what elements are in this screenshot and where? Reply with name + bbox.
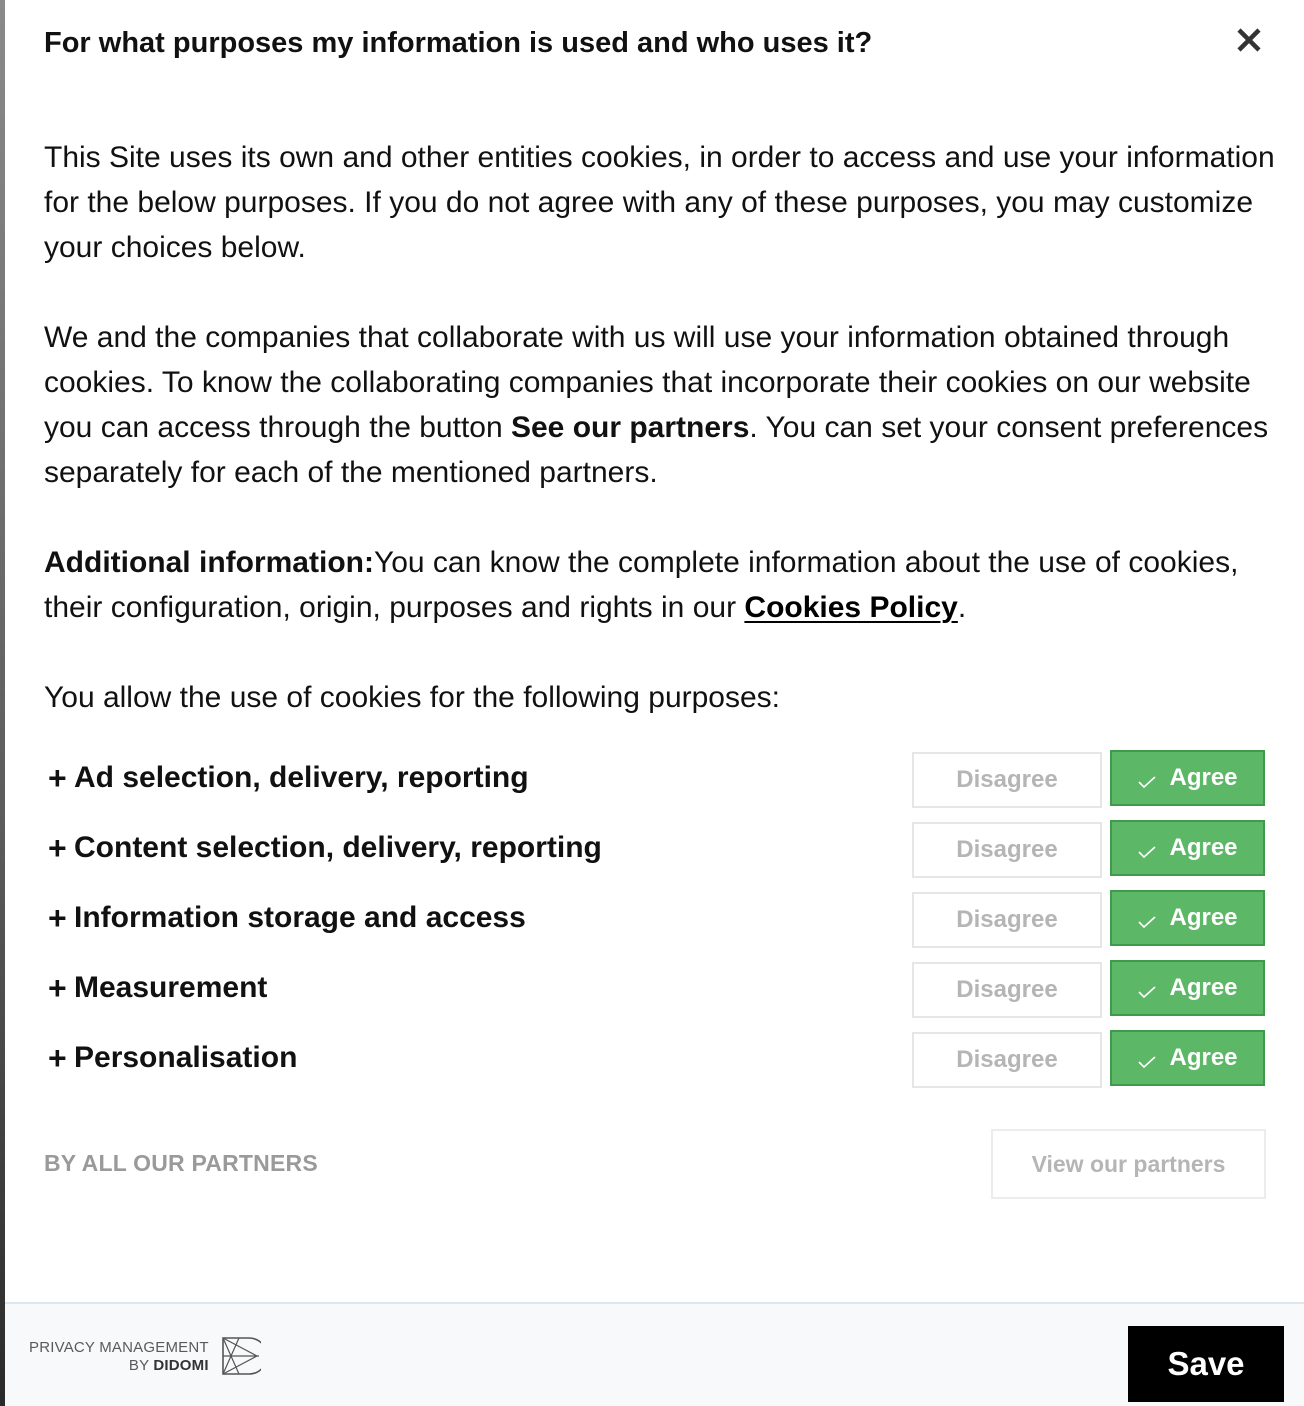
purposes-intro: You allow the use of cookies for the fol… [44,681,781,714]
disagree-button[interactable]: Disagree [912,752,1102,808]
check-icon [1138,776,1157,789]
purpose-row-measurement: + Measurement Disagree Agree [44,960,1265,1018]
partners-heading: BY ALL OUR PARTNERS [44,1150,318,1176]
didomi-logo-icon [221,1337,261,1375]
disagree-button[interactable]: Disagree [912,962,1102,1018]
agree-button[interactable]: Agree [1110,1030,1265,1086]
brand-line-2: BY DIDOMI [29,1357,209,1375]
purpose-row-personalisation: + Personalisation Disagree Agree [44,1030,1265,1088]
brand-line-1: PRIVACY MANAGEMENT [29,1339,209,1356]
purpose-label: Content selection, delivery, reporting [74,831,602,864]
agree-button[interactable]: Agree [1110,890,1265,946]
expand-plus-icon: + [48,970,67,1006]
additional-info-label: Additional information: [44,546,374,579]
purpose-toggle-information-storage[interactable]: + Information storage and access [48,898,526,938]
didomi-branding[interactable]: PRIVACY MANAGEMENT BY DIDOMI [29,1336,261,1378]
purpose-row-content-selection: + Content selection, delivery, reporting… [44,820,1265,878]
purpose-label: Ad selection, delivery, reporting [74,761,529,794]
save-button[interactable]: Save [1128,1326,1284,1402]
agree-label: Agree [1169,834,1238,861]
agree-button[interactable]: Agree [1110,960,1265,1016]
purpose-toggle-personalisation[interactable]: + Personalisation [48,1038,297,1078]
close-button[interactable] [1229,18,1269,62]
agree-button[interactable]: Agree [1110,820,1265,876]
close-icon [1237,28,1261,52]
agree-button[interactable]: Agree [1110,750,1265,806]
expand-plus-icon: + [48,760,67,796]
check-icon [1138,916,1157,929]
purpose-toggle-content-selection[interactable]: + Content selection, delivery, reporting [48,828,602,868]
expand-plus-icon: + [48,1040,67,1076]
partners-paragraph: We and the companies that collaborate wi… [44,315,1276,495]
disagree-button[interactable]: Disagree [912,892,1102,948]
check-icon [1138,846,1157,859]
agree-label: Agree [1169,904,1238,931]
see-partners-emphasis: See our partners [510,411,750,444]
agree-label: Agree [1169,1044,1238,1071]
purpose-row-information-storage: + Information storage and access Disagre… [44,890,1265,948]
purpose-label: Personalisation [74,1041,298,1074]
disagree-button[interactable]: Disagree [912,1032,1102,1088]
check-icon [1138,1056,1157,1069]
agree-label: Agree [1169,764,1238,791]
view-partners-button[interactable]: View our partners [991,1129,1266,1199]
additional-info-end: . [957,591,967,624]
purpose-label: Measurement [74,971,268,1004]
dialog-footer: PRIVACY MANAGEMENT BY DIDOMI Save [5,1302,1304,1406]
check-icon [1138,986,1157,999]
expand-plus-icon: + [48,830,67,866]
purpose-row-ad-selection: + Ad selection, delivery, reporting Disa… [44,750,1265,808]
intro-paragraph: This Site uses its own and other entitie… [44,141,1275,264]
dialog-title: For what purposes my information is used… [44,27,873,59]
disagree-button[interactable]: Disagree [912,822,1102,878]
expand-plus-icon: + [48,900,67,936]
brand-by: BY [128,1357,154,1374]
brand-text: PRIVACY MANAGEMENT BY DIDOMI [29,1339,209,1375]
consent-dialog: For what purposes my information is used… [5,0,1304,1406]
agree-label: Agree [1169,974,1238,1001]
additional-info-paragraph: Additional information:You can know the … [44,540,1276,630]
cookies-policy-link[interactable]: Cookies Policy [744,591,957,624]
purpose-toggle-measurement[interactable]: + Measurement [48,968,267,1008]
purpose-label: Information storage and access [74,901,526,934]
brand-name: DIDOMI [153,1357,209,1374]
purpose-toggle-ad-selection[interactable]: + Ad selection, delivery, reporting [48,758,529,798]
